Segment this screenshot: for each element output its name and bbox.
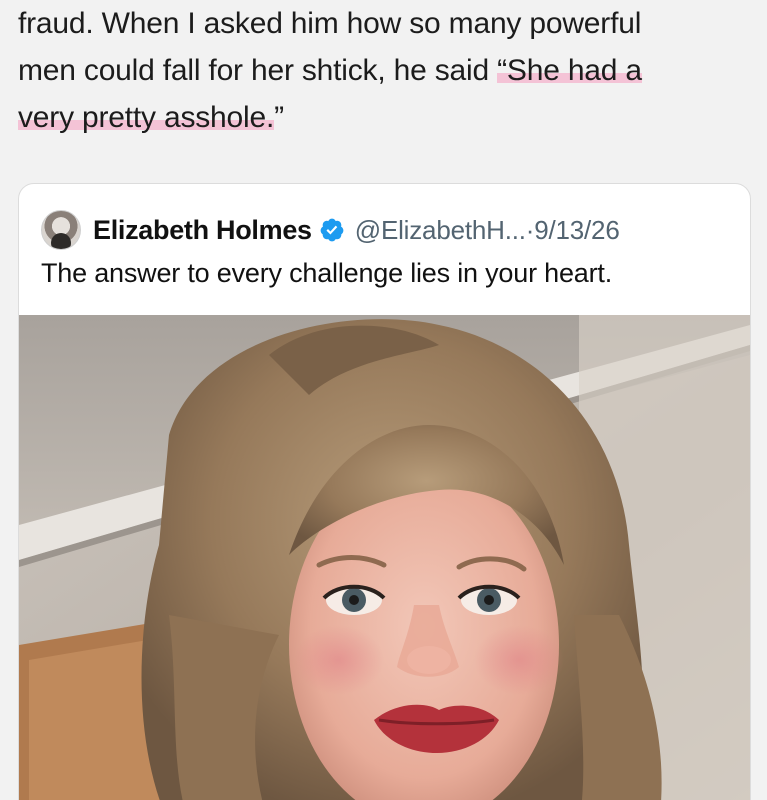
article-line-1: fraud. When I asked him how so many powe… bbox=[18, 7, 642, 40]
profile-avatar[interactable] bbox=[41, 210, 81, 250]
verified-badge-icon bbox=[319, 217, 345, 243]
tweet-author-name[interactable]: Elizabeth Holmes bbox=[93, 215, 312, 246]
highlighted-quote-end: very pretty asshole. bbox=[18, 101, 275, 134]
article-line-2-text: men could fall for her shtick, he said bbox=[18, 54, 498, 87]
tweet-header: Elizabeth Holmes @ElizabethH... · 9/13/2… bbox=[41, 210, 620, 250]
article-line-2: men could fall for her shtick, he said “… bbox=[18, 47, 758, 94]
tweet-text: The answer to every challenge lies in yo… bbox=[41, 258, 613, 288]
embedded-tweet-card[interactable]: Elizabeth Holmes @ElizabethH... · 9/13/2… bbox=[18, 183, 751, 800]
highlighted-quote-start: “She had a bbox=[497, 54, 642, 87]
selfie-photo bbox=[19, 315, 750, 800]
tweet-photo[interactable] bbox=[19, 315, 750, 800]
article-excerpt: fraud. When I asked him how so many powe… bbox=[18, 0, 758, 141]
tweet-date[interactable]: 9/13/26 bbox=[534, 215, 620, 246]
tweet-handle[interactable]: @ElizabethH... bbox=[355, 215, 526, 246]
screenshot-page: fraud. When I asked him how so many powe… bbox=[0, 0, 767, 800]
meta-separator: · bbox=[525, 214, 535, 245]
article-line-3: very pretty asshole.” bbox=[18, 94, 758, 141]
closing-quote: ” bbox=[274, 101, 284, 134]
